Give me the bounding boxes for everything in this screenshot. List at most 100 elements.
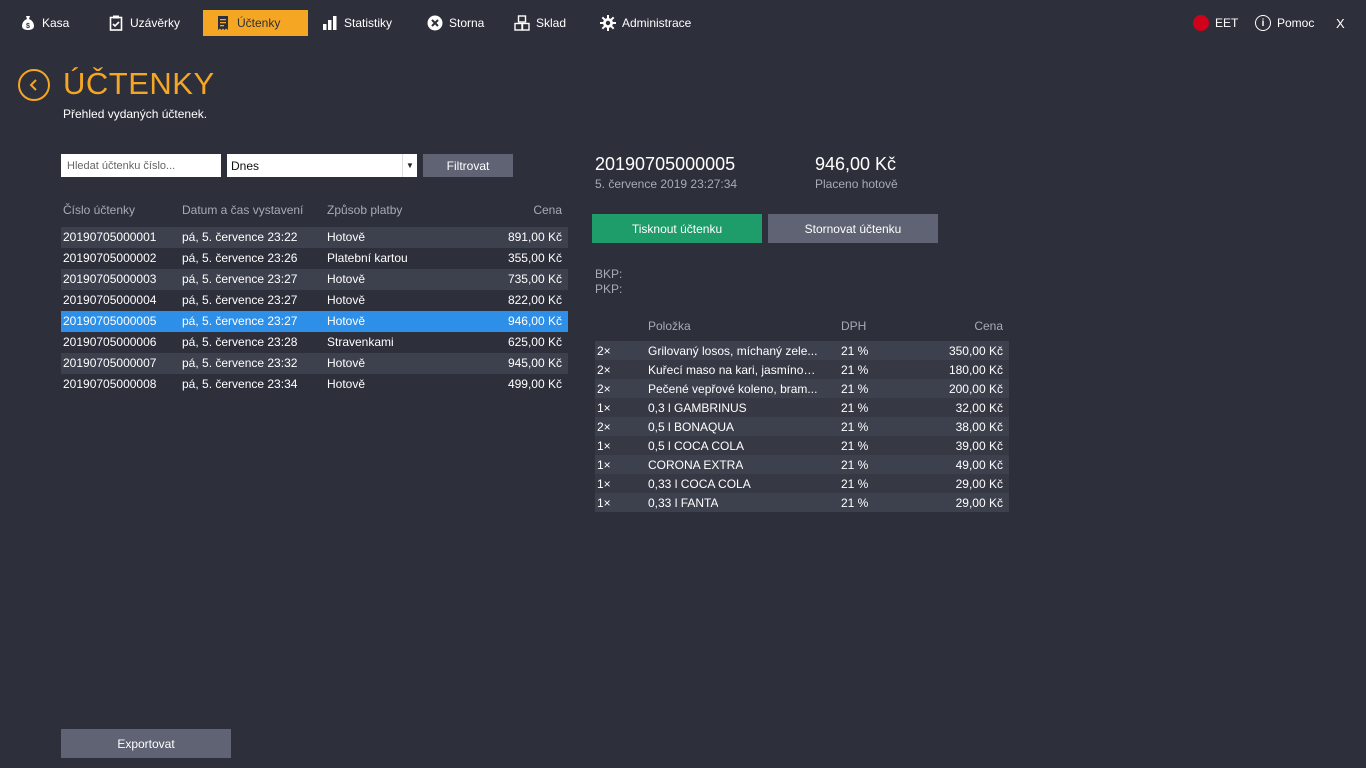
list-item: 2× Pečené vepřové koleno, bram... 21 % 200,… xyxy=(595,379,1009,398)
item-qty-cell: 1× xyxy=(597,458,611,472)
receipt-number-cell: 20190705000008 xyxy=(63,377,157,391)
svg-text:$: $ xyxy=(26,23,30,30)
back-button[interactable] xyxy=(18,69,50,101)
item-name-cell: CORONA EXTRA xyxy=(648,458,744,472)
date-range-value: Dnes xyxy=(231,158,260,173)
nav-item-administrace[interactable]: Administrace xyxy=(588,10,699,36)
chevron-left-icon xyxy=(29,79,37,91)
receipt-payment-cell: Stravenkami xyxy=(327,335,394,349)
item-name-cell: 0,3 l GAMBRINUS xyxy=(648,401,747,415)
money-bag-icon: $ xyxy=(20,15,36,31)
item-price-cell: 29,00 Kč xyxy=(955,477,1003,491)
date-range-select[interactable]: Dnes ▼ xyxy=(227,154,417,177)
item-qty-cell: 1× xyxy=(597,496,611,510)
close-button[interactable]: X xyxy=(1336,10,1345,36)
cancel-receipt-button[interactable]: Stornovat účtenku xyxy=(768,214,938,243)
receipt-date-cell: pá, 5. července 23:27 xyxy=(182,314,298,328)
print-receipt-button[interactable]: Tisknout účtenku xyxy=(592,214,762,243)
table-row[interactable]: 20190705000008 pá, 5. července 23:34 Hotov… xyxy=(61,374,568,395)
item-vat-cell: 21 % xyxy=(841,458,869,472)
nav-item-sklad[interactable]: Sklad xyxy=(502,10,574,36)
receipt-payment-cell: Hotově xyxy=(327,272,366,286)
filter-button[interactable]: Filtrovat xyxy=(423,154,513,177)
eet-label: EET xyxy=(1215,16,1239,30)
receipt-price-cell: 945,00 Kč xyxy=(507,356,562,370)
receipt-number-cell: 20190705000005 xyxy=(63,314,157,328)
receipt-date-cell: pá, 5. července 23:27 xyxy=(182,293,298,307)
help-button[interactable]: i Pomoc xyxy=(1255,10,1314,36)
nav-item-statistiky[interactable]: Statistiky xyxy=(310,10,400,36)
receipt-payment-cell: Hotově xyxy=(327,356,366,370)
nav-item-storna[interactable]: Storna xyxy=(415,10,492,36)
nav-label-administrace: Administrace xyxy=(622,16,692,30)
item-price-cell: 200,00 Kč xyxy=(948,382,1003,396)
item-price-cell: 32,00 Kč xyxy=(955,401,1003,415)
bar-chart-icon xyxy=(322,15,338,31)
list-item: 1× 0,33 l COCA COLA 21 % 29,00 Kč xyxy=(595,474,1009,493)
list-item: 1× CORONA EXTRA 21 % 49,00 Kč xyxy=(595,455,1009,474)
table-row[interactable]: 20190705000003 pá, 5. července 23:27 Hotov… xyxy=(61,269,568,290)
nav-label-statistiky: Statistiky xyxy=(344,16,393,30)
receipt-number-cell: 20190705000006 xyxy=(63,335,157,349)
pkp-label: PKP: xyxy=(595,282,623,296)
item-qty-cell: 2× xyxy=(597,344,611,358)
receipt-payment-cell: Hotově xyxy=(327,293,366,307)
eet-status[interactable]: EET xyxy=(1193,10,1238,36)
receipt-detail-payment: Placeno hotově xyxy=(815,177,898,191)
item-vat-cell: 21 % xyxy=(841,344,869,358)
cancel-circle-icon xyxy=(427,15,443,31)
page-title: ÚČTENKY xyxy=(63,66,215,101)
receipt-price-cell: 625,00 Kč xyxy=(507,335,562,349)
column-header-price: Cena xyxy=(533,203,562,217)
column-header-payment: Způsob platby xyxy=(327,203,403,217)
list-item: 2× 0,5 l BONAQUA 21 % 38,00 Kč xyxy=(595,417,1009,436)
item-price-cell: 29,00 Kč xyxy=(955,496,1003,510)
item-name-cell: 0,5 l BONAQUA xyxy=(648,420,735,434)
bkp-label: BKP: xyxy=(595,267,623,281)
receipt-number-cell: 20190705000002 xyxy=(63,251,157,265)
item-qty-cell: 1× xyxy=(597,477,611,491)
nav-item-uzaverky[interactable]: Uzávěrky xyxy=(96,10,188,36)
receipt-price-cell: 355,00 Kč xyxy=(507,251,562,265)
receipt-date-cell: pá, 5. července 23:26 xyxy=(182,251,298,265)
items-table-header: Položka DPH Cena xyxy=(595,319,1009,335)
top-navigation-bar: $ Kasa Uzávěrky Účtenky Statistiky Storn… xyxy=(0,0,1366,46)
item-name-cell: Pečené vepřové koleno, bram... xyxy=(648,382,818,396)
item-vat-cell: 21 % xyxy=(841,363,869,377)
export-button[interactable]: Exportovat xyxy=(61,729,231,758)
receipt-price-cell: 499,00 Kč xyxy=(507,377,562,391)
nav-item-uctenky[interactable]: Účtenky xyxy=(203,10,308,36)
receipt-number-cell: 20190705000003 xyxy=(63,272,157,286)
help-label: Pomoc xyxy=(1277,16,1315,30)
list-item: 2× Kuřecí maso na kari, jasmínov... 21 % 18… xyxy=(595,360,1009,379)
item-name-cell: Kuřecí maso na kari, jasmínov... xyxy=(648,363,818,377)
item-name-cell: 0,5 l COCA COLA xyxy=(648,439,745,453)
page-subtitle: Přehled vydaných účtenek. xyxy=(63,107,208,121)
table-row[interactable]: 20190705000007 pá, 5. července 23:32 Hotov… xyxy=(61,353,568,374)
nav-label-uzaverky: Uzávěrky xyxy=(130,16,181,30)
nav-label-kasa: Kasa xyxy=(42,16,70,30)
item-vat-cell: 21 % xyxy=(841,382,869,396)
eet-status-dot-icon xyxy=(1193,15,1209,31)
item-price-cell: 49,00 Kč xyxy=(955,458,1003,472)
table-row[interactable]: 20190705000001 pá, 5. července 23:22 Hotov… xyxy=(61,227,568,248)
item-price-cell: 350,00 Kč xyxy=(948,344,1003,358)
receipt-price-cell: 735,00 Kč xyxy=(507,272,562,286)
table-row[interactable]: 20190705000004 pá, 5. července 23:27 Hotov… xyxy=(61,290,568,311)
list-item: 1× 0,5 l COCA COLA 21 % 39,00 Kč xyxy=(595,436,1009,455)
column-header-item: Položka xyxy=(648,319,691,333)
receipt-detail-date: 5. července 2019 23:27:34 xyxy=(595,177,738,191)
table-row[interactable]: 20190705000006 pá, 5. července 23:28 Strav… xyxy=(61,332,568,353)
chevron-down-icon: ▼ xyxy=(402,154,417,177)
receipt-search-input[interactable] xyxy=(61,154,221,177)
receipt-payment-cell: Hotově xyxy=(327,230,366,244)
nav-item-kasa[interactable]: $ Kasa xyxy=(8,10,77,36)
receipt-number-cell: 20190705000004 xyxy=(63,293,157,307)
list-item: 1× 0,3 l GAMBRINUS 21 % 32,00 Kč xyxy=(595,398,1009,417)
item-qty-cell: 2× xyxy=(597,420,611,434)
item-qty-cell: 1× xyxy=(597,401,611,415)
table-row[interactable]: 20190705000002 pá, 5. července 23:26 Plate… xyxy=(61,248,568,269)
receipts-table-header: Číslo účtenky Datum a čas vystavení Způs… xyxy=(61,203,568,219)
nav-label-uctenky: Účtenky xyxy=(237,16,281,30)
table-row[interactable]: 20190705000005 pá, 5. července 23:27 Hotov… xyxy=(61,311,568,332)
